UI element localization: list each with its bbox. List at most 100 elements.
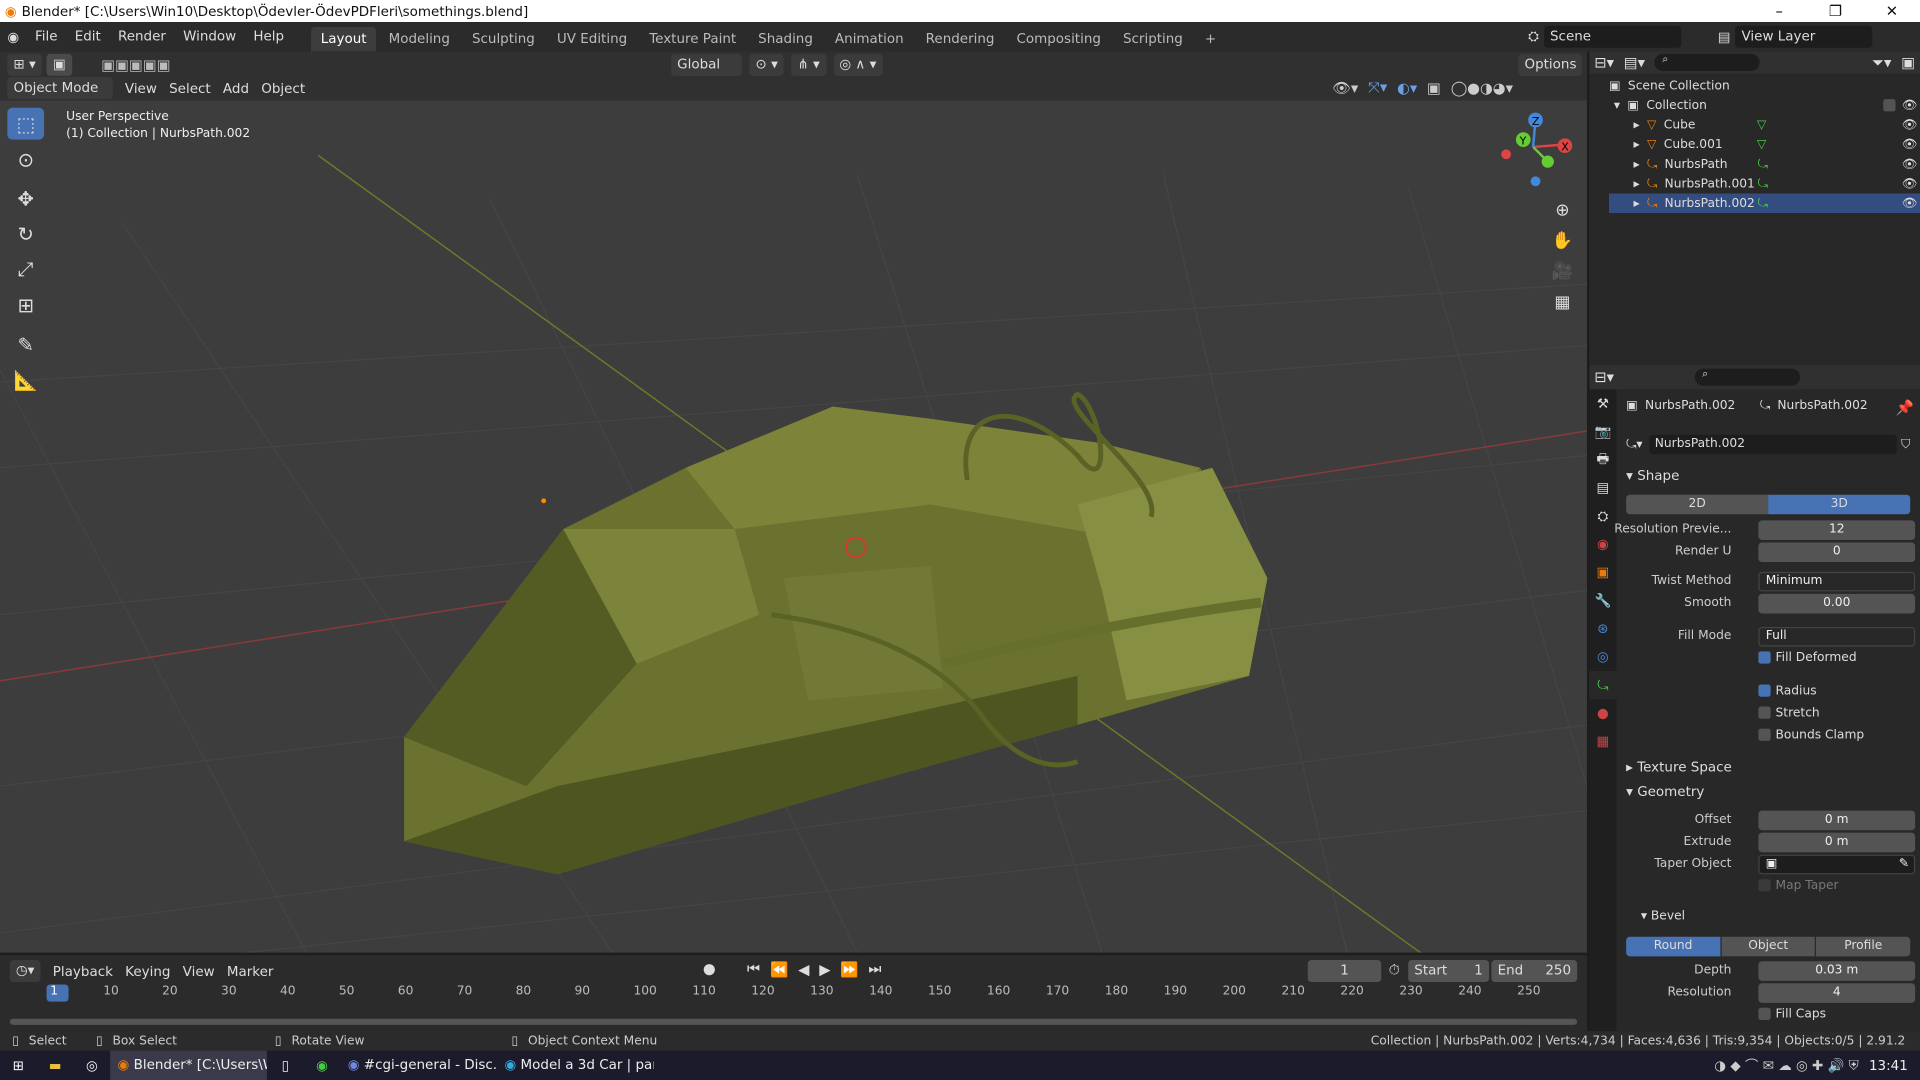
gizmo-x-neg-icon[interactable] xyxy=(1501,149,1512,160)
jump-end-icon[interactable]: ⏭ xyxy=(868,960,881,978)
select-box-tool-icon[interactable]: ⬚ xyxy=(7,107,45,140)
menu-help[interactable]: Help xyxy=(245,22,293,51)
play-reverse-icon[interactable]: ◀ xyxy=(798,961,809,978)
transform-orientation[interactable]: Global xyxy=(671,53,743,76)
transform-tool-icon[interactable]: ⊞ xyxy=(7,289,44,321)
fake-user-icon[interactable]: ⛉ xyxy=(1901,438,1910,451)
rotate-tool-icon[interactable]: ↻ xyxy=(7,218,44,250)
outliner-editor-type-icon[interactable]: ⊟▾ xyxy=(1594,54,1614,71)
item-visibility-icon[interactable]: 👁 xyxy=(1902,118,1918,131)
pivot-point-button[interactable]: ⊙ ▾ xyxy=(749,53,784,76)
tab-animation[interactable]: Animation xyxy=(825,27,913,51)
selection-modes[interactable]: ▣▣▣▣▣ xyxy=(101,56,170,73)
xray-icon[interactable]: ▣ xyxy=(1427,79,1441,96)
pan-hand-icon[interactable]: ✋ xyxy=(1550,227,1574,258)
windows-start-icon[interactable]: ⊞ xyxy=(0,1057,37,1073)
tab-compositing[interactable]: Compositing xyxy=(1007,27,1111,51)
taskbar-app-edge[interactable]: ◉ Model a 3d Car | part ... xyxy=(497,1051,653,1080)
resolution-preview-field[interactable]: 12 xyxy=(1758,520,1916,541)
texture-space-panel-header[interactable]: ▸ Texture Space xyxy=(1626,759,1732,775)
gizmo-toggle-icon[interactable]: ⤧▾ xyxy=(1368,78,1387,96)
proportional-edit-button[interactable]: ◎ ∧ ▾ xyxy=(833,53,883,76)
curve-data-tab-icon[interactable]: ⤿ xyxy=(1589,671,1617,700)
menu-add[interactable]: Add xyxy=(223,80,249,96)
dimension-2d-button[interactable]: 2D xyxy=(1626,494,1769,515)
outliner-scene-collection[interactable]: ▣ Scene Collection xyxy=(1609,76,1920,96)
system-tray-icons[interactable]: ◑ ◆ ⌒ ✉ ☁ ◎ ✚ 🔊 ⛨ xyxy=(1714,1056,1859,1076)
tab-shading[interactable]: Shading xyxy=(748,27,822,51)
view-layer-tab-icon[interactable]: ▤ xyxy=(1589,474,1616,502)
new-collection-icon[interactable]: ▣ xyxy=(1901,54,1915,71)
bevel-object-button[interactable]: Object xyxy=(1721,936,1816,957)
render-tab-icon[interactable]: 📷 xyxy=(1589,418,1616,446)
tool-tab-icon[interactable]: ⚒ xyxy=(1589,389,1616,417)
scale-tool-icon[interactable]: ⤢ xyxy=(7,253,44,285)
particles-tab-icon[interactable]: ⊛ xyxy=(1589,615,1616,643)
blender-menu-icon[interactable]: ◉ xyxy=(0,29,26,45)
menu-window[interactable]: Window xyxy=(175,22,245,51)
fill-caps-checkbox[interactable]: Fill Caps xyxy=(1616,1004,1920,1026)
3d-viewport[interactable]: User Perspective (1) Collection | NurbsP… xyxy=(0,100,1587,953)
outliner-item[interactable]: ▸ ⤿ NurbsPath ⤿ 👁 xyxy=(1609,154,1920,174)
jump-keyframe-forward-icon[interactable]: ⏩ xyxy=(840,961,858,978)
map-taper-checkbox[interactable]: Map Taper xyxy=(1616,876,1920,898)
collection-checkbox[interactable] xyxy=(1883,99,1896,112)
file-explorer-icon[interactable]: ▬ xyxy=(37,1057,74,1073)
dimension-3d-button[interactable]: 3D xyxy=(1768,494,1911,515)
tab-rendering[interactable]: Rendering xyxy=(916,27,1004,51)
camera-view-icon[interactable]: 🎥 xyxy=(1550,257,1574,288)
smooth-field[interactable]: 0.00 xyxy=(1758,593,1916,614)
timeline-ruler[interactable]: 1 10 20 30 40 50 60 70 80 90 100 110 120 130 140 150 160… xyxy=(0,980,1587,1017)
outliner-item[interactable]: ▸ ▽ Cube.001 ▽ 👁 xyxy=(1609,135,1920,155)
bevel-round-button[interactable]: Round xyxy=(1626,936,1721,957)
navigation-gizmo[interactable]: X Y Z xyxy=(1496,110,1577,191)
tab-modeling[interactable]: Modeling xyxy=(379,27,460,51)
texture-tab-icon[interactable]: ▦ xyxy=(1589,727,1616,755)
menu-playback[interactable]: Playback xyxy=(53,963,113,979)
object-tab-icon[interactable]: ▣ xyxy=(1589,558,1616,586)
maximize-button[interactable]: ❐ xyxy=(1807,0,1863,22)
expand-arrow-icon[interactable]: ▸ xyxy=(1633,157,1639,170)
cursor-tool-icon[interactable]: ⊙ xyxy=(7,143,44,175)
mesh-data-icon[interactable]: ▽ xyxy=(1757,138,1766,151)
gizmo-y-neg-icon[interactable] xyxy=(1541,155,1554,168)
outliner-item[interactable]: ▸ ⤿ NurbsPath.001 ⤿ 👁 xyxy=(1609,174,1920,194)
menu-edit[interactable]: Edit xyxy=(66,22,109,51)
expand-arrow-icon[interactable]: ▸ xyxy=(1633,197,1639,210)
eyedropper-icon[interactable]: ✎ xyxy=(1899,856,1909,873)
curve-data-icon[interactable]: ⤿ xyxy=(1758,197,1768,210)
close-button[interactable]: ✕ xyxy=(1864,0,1920,22)
stretch-checkbox[interactable]: Stretch xyxy=(1616,703,1920,725)
menu-keying[interactable]: Keying xyxy=(125,963,170,979)
pin-icon[interactable]: 📌 xyxy=(1896,399,1914,416)
item-visibility-icon[interactable]: 👁 xyxy=(1902,157,1918,170)
menu-object[interactable]: Object xyxy=(261,80,305,96)
expand-arrow-icon[interactable]: ▸ xyxy=(1633,118,1639,131)
bounds-clamp-checkbox[interactable]: Bounds Clamp xyxy=(1616,725,1920,747)
item-visibility-icon[interactable]: 👁 xyxy=(1902,177,1918,190)
timeline-scrollbar[interactable] xyxy=(9,1018,1578,1025)
menu-select[interactable]: Select xyxy=(169,80,211,96)
zoom-icon[interactable]: ⊕ xyxy=(1550,196,1574,227)
visibility-icon[interactable]: 👁▾ xyxy=(1332,79,1358,96)
add-workspace-button[interactable]: + xyxy=(1195,27,1226,51)
overlay-toggle-icon[interactable]: ◐▾ xyxy=(1397,79,1417,96)
tab-uv-editing[interactable]: UV Editing xyxy=(547,27,637,51)
bevel-resolution-field[interactable]: 4 xyxy=(1758,983,1916,1003)
extrude-field[interactable]: 0 m xyxy=(1758,832,1916,853)
gizmo-z-neg-icon[interactable] xyxy=(1530,176,1541,187)
twist-method-dropdown[interactable]: Minimum xyxy=(1758,571,1916,592)
tab-texture-paint[interactable]: Texture Paint xyxy=(639,27,746,51)
view-layer-selector[interactable]: View Layer xyxy=(1735,25,1873,48)
tab-scripting[interactable]: Scripting xyxy=(1113,27,1192,51)
physics-tab-icon[interactable]: ◎ xyxy=(1589,643,1616,671)
radius-checkbox[interactable]: Radius xyxy=(1616,681,1920,703)
filter-icon[interactable]: ⏷▾ xyxy=(1872,53,1891,71)
modifier-tab-icon[interactable]: 🔧 xyxy=(1589,587,1616,615)
taskbar-app-blender[interactable]: ◉ Blender* [C:\Users\Wi... xyxy=(110,1050,267,1080)
render-u-field[interactable]: 0 xyxy=(1758,542,1916,563)
expand-arrow-icon[interactable]: ▾ xyxy=(1614,99,1620,112)
datablock-type-icon[interactable]: ⤿▾ xyxy=(1626,438,1642,451)
measure-tool-icon[interactable]: 📐 xyxy=(7,364,44,396)
display-mode-icon[interactable]: ▤▾ xyxy=(1624,54,1645,71)
